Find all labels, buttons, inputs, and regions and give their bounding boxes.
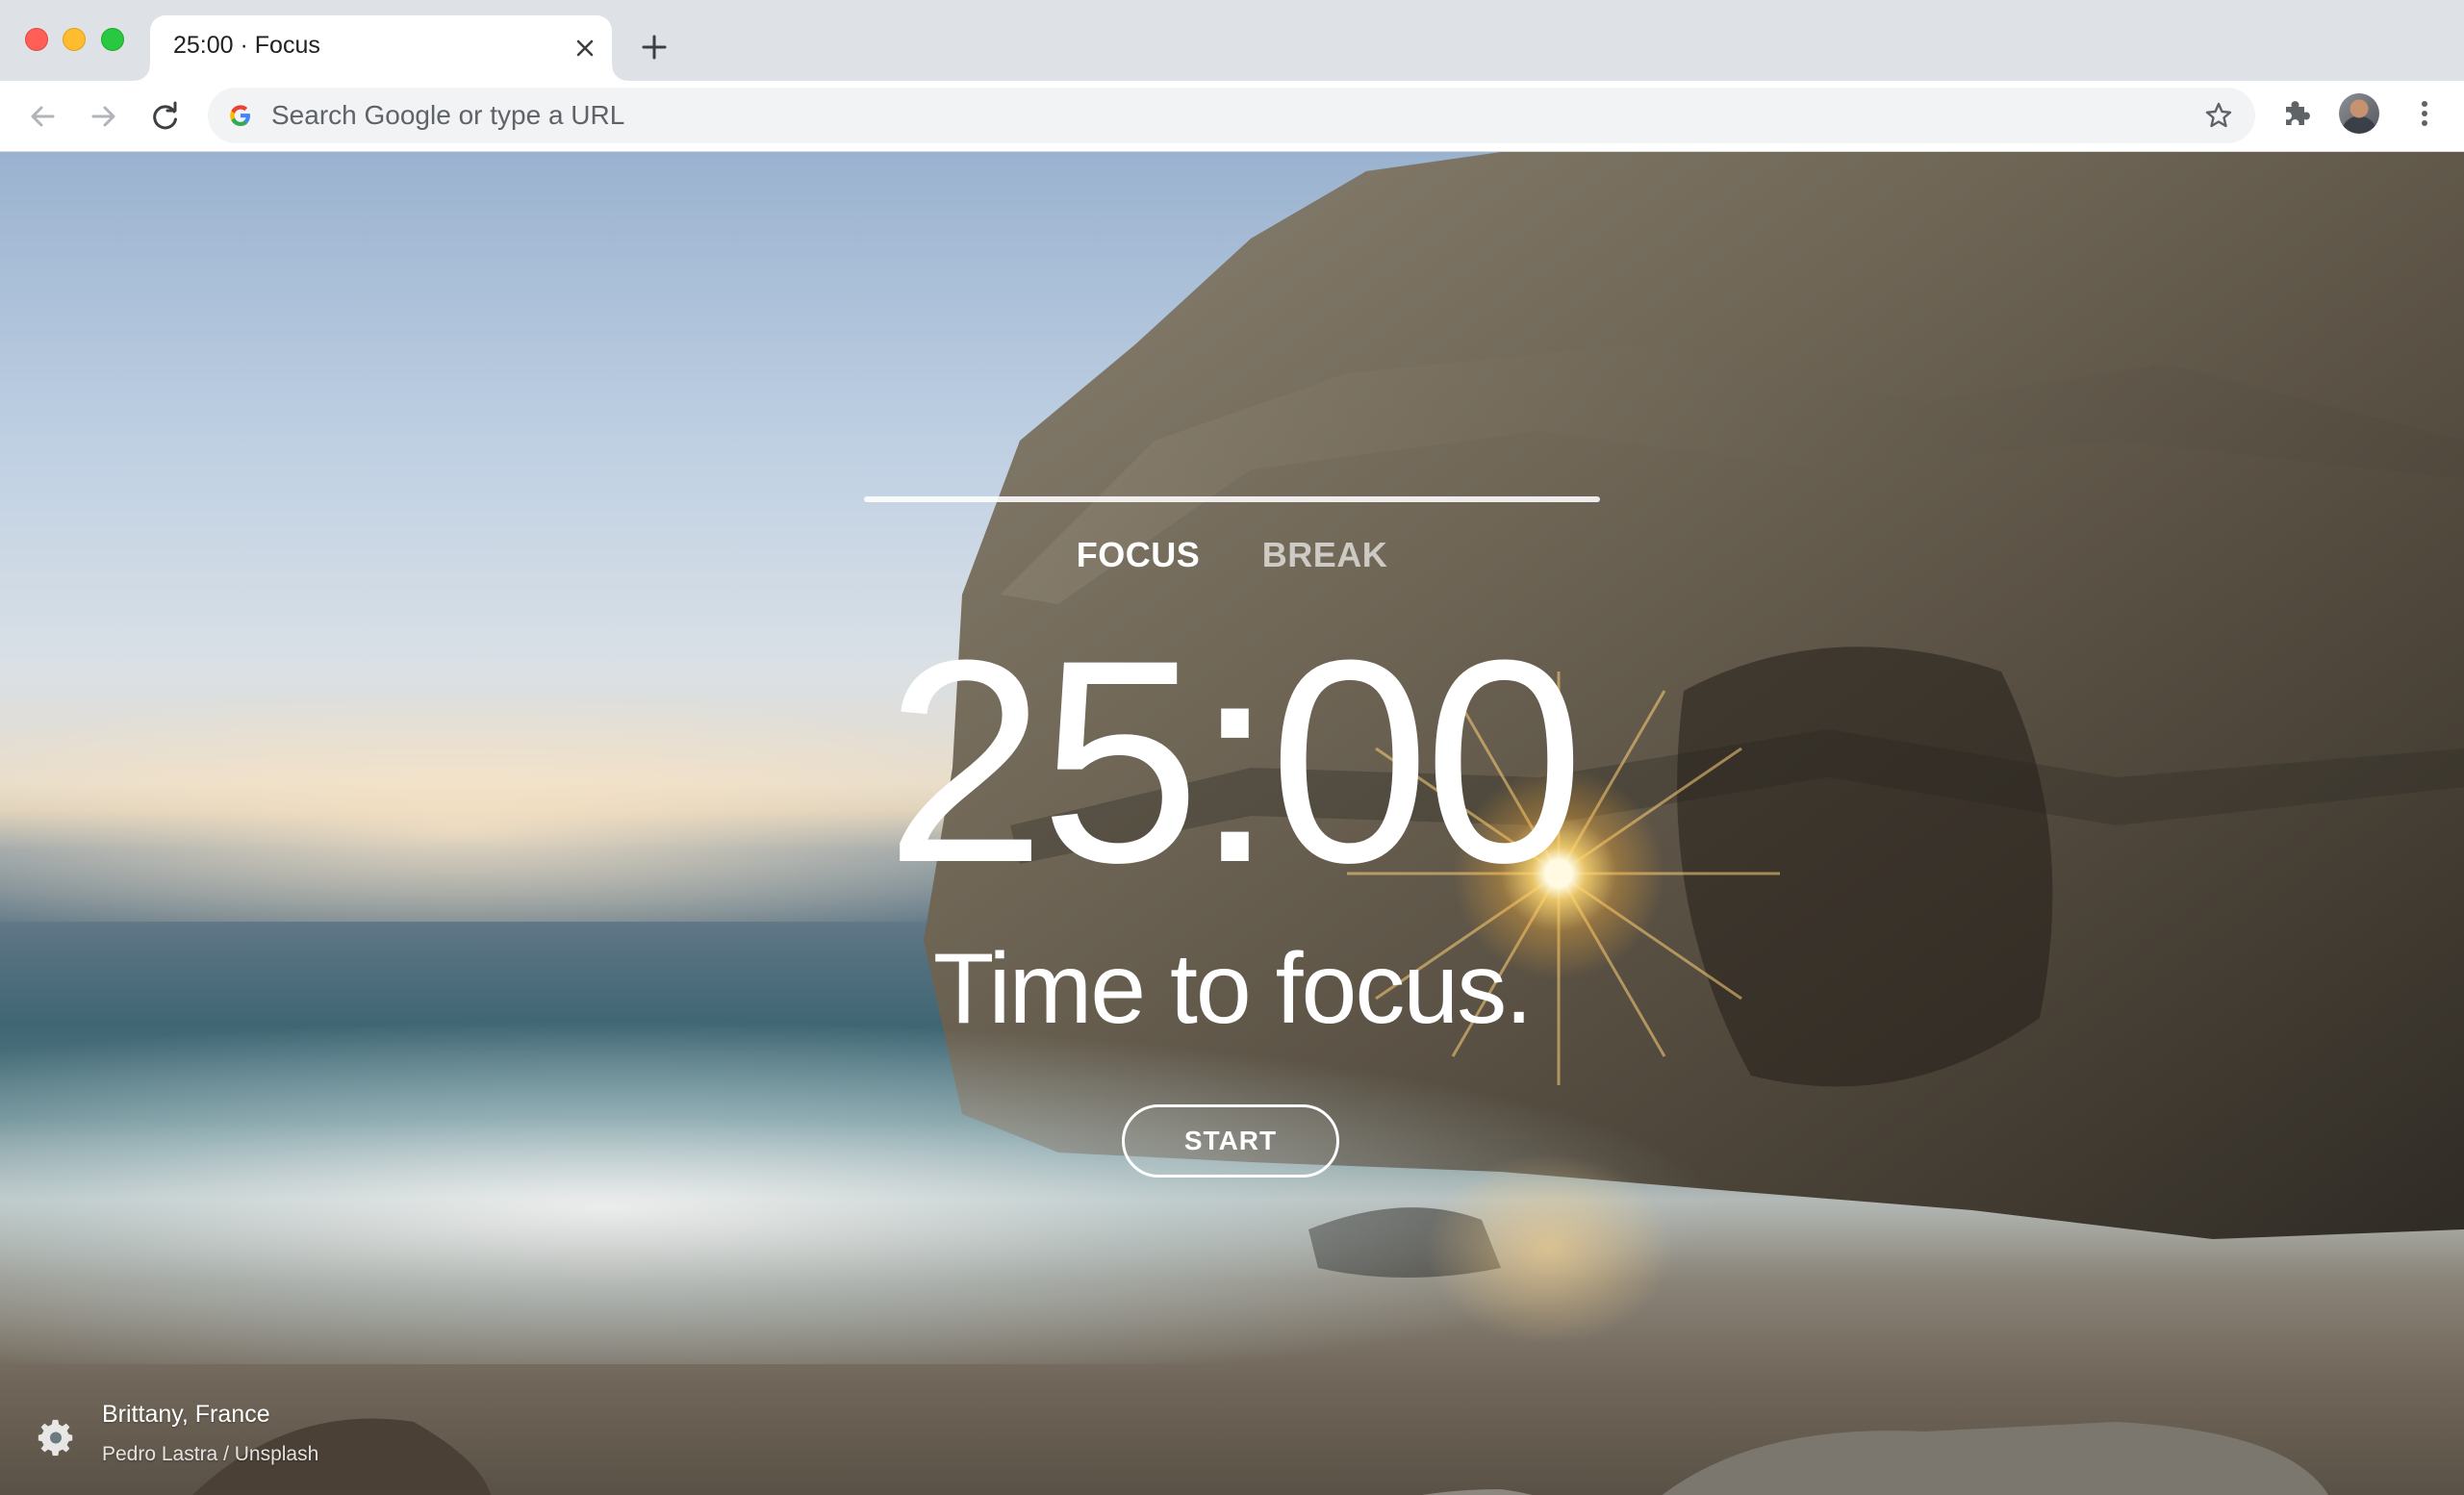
close-window-button[interactable] xyxy=(25,28,48,51)
address-bar[interactable] xyxy=(208,88,2255,143)
tab-focus[interactable]: FOCUS xyxy=(1077,535,1201,575)
avatar[interactable] xyxy=(2339,93,2379,134)
tab-strip: 25:00 · Focus xyxy=(0,0,2464,81)
mode-tabs: FOCUS BREAK xyxy=(0,535,2464,575)
focus-page: FOCUS BREAK 25:00 Time to focus. START xyxy=(0,152,2464,1495)
puzzle-icon[interactable] xyxy=(2280,97,2313,130)
arrow-right-icon[interactable] xyxy=(87,99,121,134)
tab-title: 25:00 · Focus xyxy=(173,32,320,59)
timer-display: 25:00 xyxy=(885,599,1585,923)
photo-credit[interactable]: Pedro Lastra / Unsplash xyxy=(102,1443,318,1466)
arrow-left-icon[interactable] xyxy=(25,99,60,134)
close-icon[interactable] xyxy=(572,35,598,62)
search-input[interactable] xyxy=(271,88,2196,143)
star-icon[interactable] xyxy=(2203,100,2234,131)
gear-icon[interactable] xyxy=(37,1419,75,1457)
new-tab-plus-icon[interactable] xyxy=(637,30,672,64)
reload-icon[interactable] xyxy=(148,99,183,134)
maximize-window-button[interactable] xyxy=(101,28,124,51)
kebab-menu-icon[interactable] xyxy=(2407,96,2442,131)
google-g-icon xyxy=(230,105,250,126)
browser-tab[interactable]: 25:00 · Focus xyxy=(135,15,627,81)
photo-location: Brittany, France xyxy=(102,1401,270,1428)
session-progress-bar xyxy=(864,496,1600,502)
background-photo-beach-glow xyxy=(1424,1153,1674,1345)
minimize-window-button[interactable] xyxy=(63,28,86,51)
tab-break[interactable]: BREAK xyxy=(1262,535,1388,575)
browser-toolbar xyxy=(0,81,2464,152)
focus-message: Time to focus. xyxy=(932,933,1533,1045)
start-button[interactable]: START xyxy=(1122,1104,1339,1178)
